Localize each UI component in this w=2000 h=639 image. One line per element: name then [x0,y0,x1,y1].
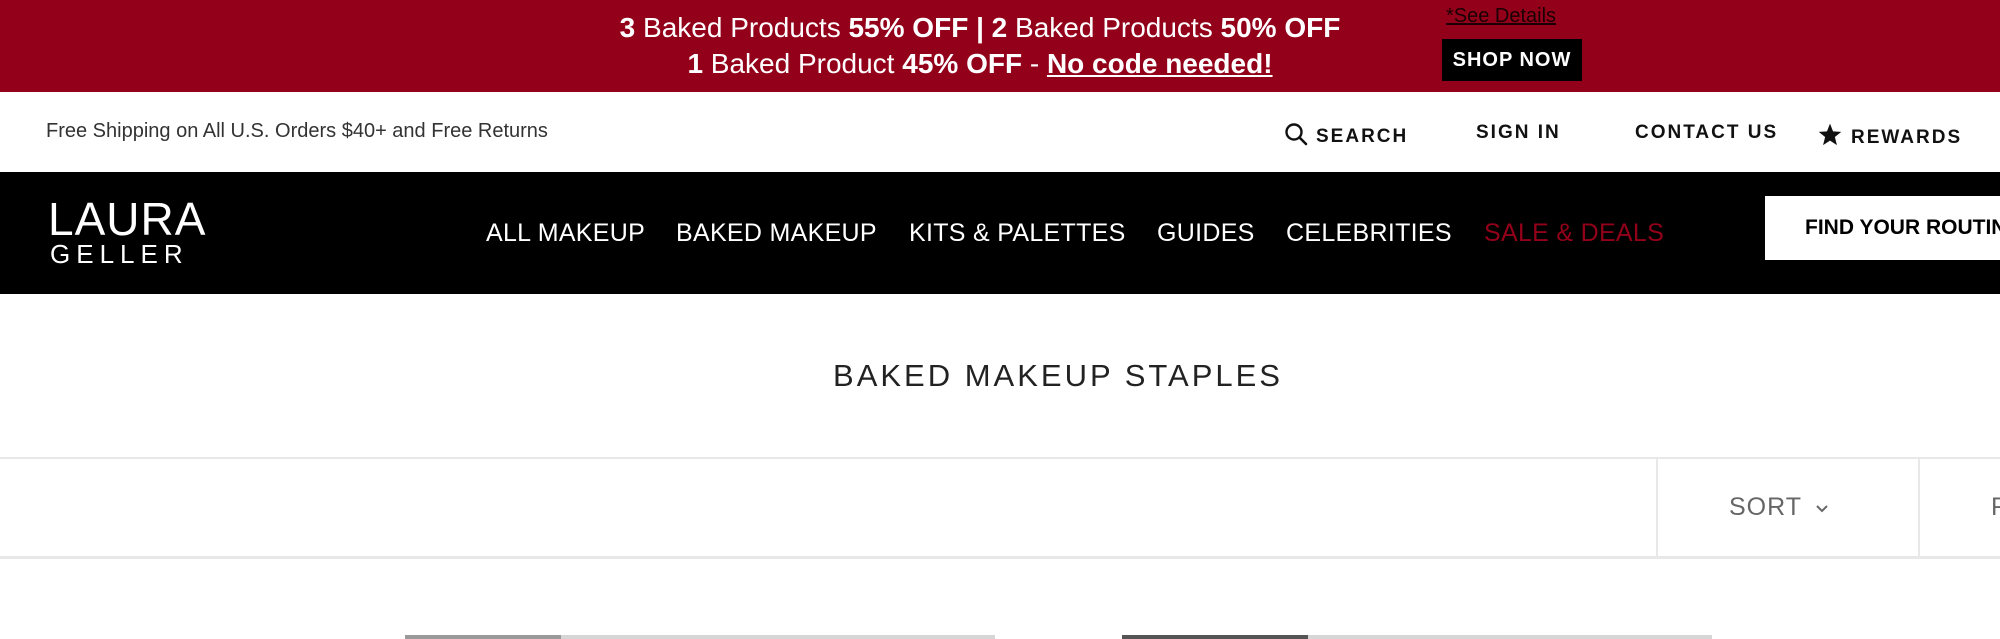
see-details-link[interactable]: *See Details [1446,5,1556,28]
divider [1918,459,1920,556]
laura-geller-logo[interactable]: LAURA GELLER [48,193,207,269]
promo-segment: - [1022,48,1047,79]
promo-segment: Baked Products [1007,12,1221,43]
chevron-down-icon [1814,493,1830,522]
star-icon [1817,122,1843,154]
promo-segment: 3 [619,12,636,43]
logo-line-2: GELLER [50,239,189,269]
nav-kits-palettes[interactable]: KITS & PALETTES [909,219,1126,248]
logo-line-1: LAURA [48,193,207,245]
promo-segment: Baked Product [703,48,903,79]
find-your-routine-button[interactable]: FIND YOUR ROUTINE [1765,196,2000,260]
sign-in-link[interactable]: SIGN IN [1476,122,1561,144]
promo-segment: 45% OFF [902,48,1023,79]
promo-line-2: 1 Baked Product 45% OFF - No code needed… [580,46,1380,82]
search-label: SEARCH [1316,126,1409,147]
product-image[interactable] [405,635,995,639]
promo-text: 3 Baked Products 55% OFF | 2 Baked Produ… [580,10,1380,82]
promo-segment: 55% OFF | 2 [848,12,1008,43]
rewards-link[interactable]: REWARDS [1817,122,1962,154]
nav-celebrities[interactable]: CELEBRITIES [1286,219,1452,248]
shop-now-button[interactable]: SHOP NOW [1442,39,1582,81]
sort-label: SORT [1729,493,1802,521]
promo-line-1: 3 Baked Products 55% OFF | 2 Baked Produ… [580,10,1380,46]
search-icon [1284,122,1308,152]
free-shipping-notice: Free Shipping on All U.S. Orders $40+ an… [46,120,548,142]
filter-button[interactable]: F [1991,493,2000,522]
nav-all-makeup[interactable]: ALL MAKEUP [486,219,645,248]
promo-banner: 3 Baked Products 55% OFF | 2 Baked Produ… [0,0,2000,92]
product-image[interactable] [1122,635,1712,639]
page-title: BAKED MAKEUP STAPLES [833,358,1283,393]
promo-segment: Baked Products [635,12,849,43]
product-image-edge [1122,635,1308,639]
no-code-needed-link[interactable]: No code needed! [1047,48,1273,79]
contact-us-link[interactable]: CONTACT US [1635,122,1778,144]
sort-dropdown[interactable]: SORT [1729,493,1830,522]
utility-bar: Free Shipping on All U.S. Orders $40+ an… [0,92,2000,172]
search-link[interactable]: SEARCH [1284,122,1408,152]
nav-sale-deals[interactable]: SALE & DEALS [1484,219,1664,248]
filter-sort-bar: SORT F [0,457,2000,559]
nav-guides[interactable]: GUIDES [1157,219,1255,248]
product-image-edge [405,635,561,639]
rewards-label: REWARDS [1851,127,1963,148]
divider [1656,459,1658,556]
main-navigation: LAURA GELLER ALL MAKEUP BAKED MAKEUP KIT… [0,172,2000,294]
promo-segment: 1 [687,48,704,79]
promo-segment: 50% OFF [1220,12,1341,43]
nav-baked-makeup[interactable]: BAKED MAKEUP [676,219,877,248]
